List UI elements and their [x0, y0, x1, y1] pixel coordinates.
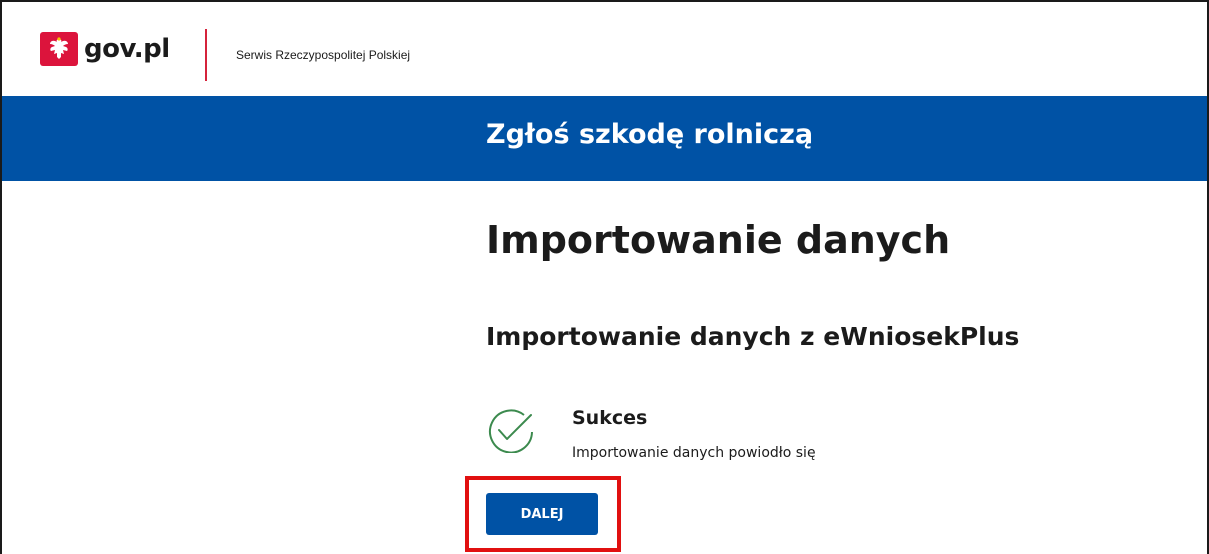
status-title: Sukces — [572, 407, 648, 429]
check-circle-icon — [486, 407, 538, 454]
service-banner: Zgłoś szkodę rolniczą — [2, 96, 1207, 181]
header-divider — [205, 29, 207, 81]
section-title: Importowanie danych z eWniosekPlus — [486, 322, 1020, 351]
service-title: Zgłoś szkodę rolniczą — [486, 119, 814, 150]
page: gov.pl Serwis Rzeczypospolitej Polskiej … — [0, 0, 1209, 554]
logo-text: gov.pl — [84, 34, 170, 64]
status-message: Importowanie danych powiodło się — [572, 445, 816, 461]
site-header: gov.pl Serwis Rzeczypospolitej Polskiej — [2, 2, 1207, 96]
govpl-logo[interactable]: gov.pl — [40, 32, 170, 66]
page-title: Importowanie danych — [486, 218, 951, 262]
next-button[interactable]: DALEJ — [486, 493, 598, 535]
service-name: Serwis Rzeczypospolitej Polskiej — [236, 48, 411, 62]
polish-eagle-icon — [40, 32, 78, 66]
